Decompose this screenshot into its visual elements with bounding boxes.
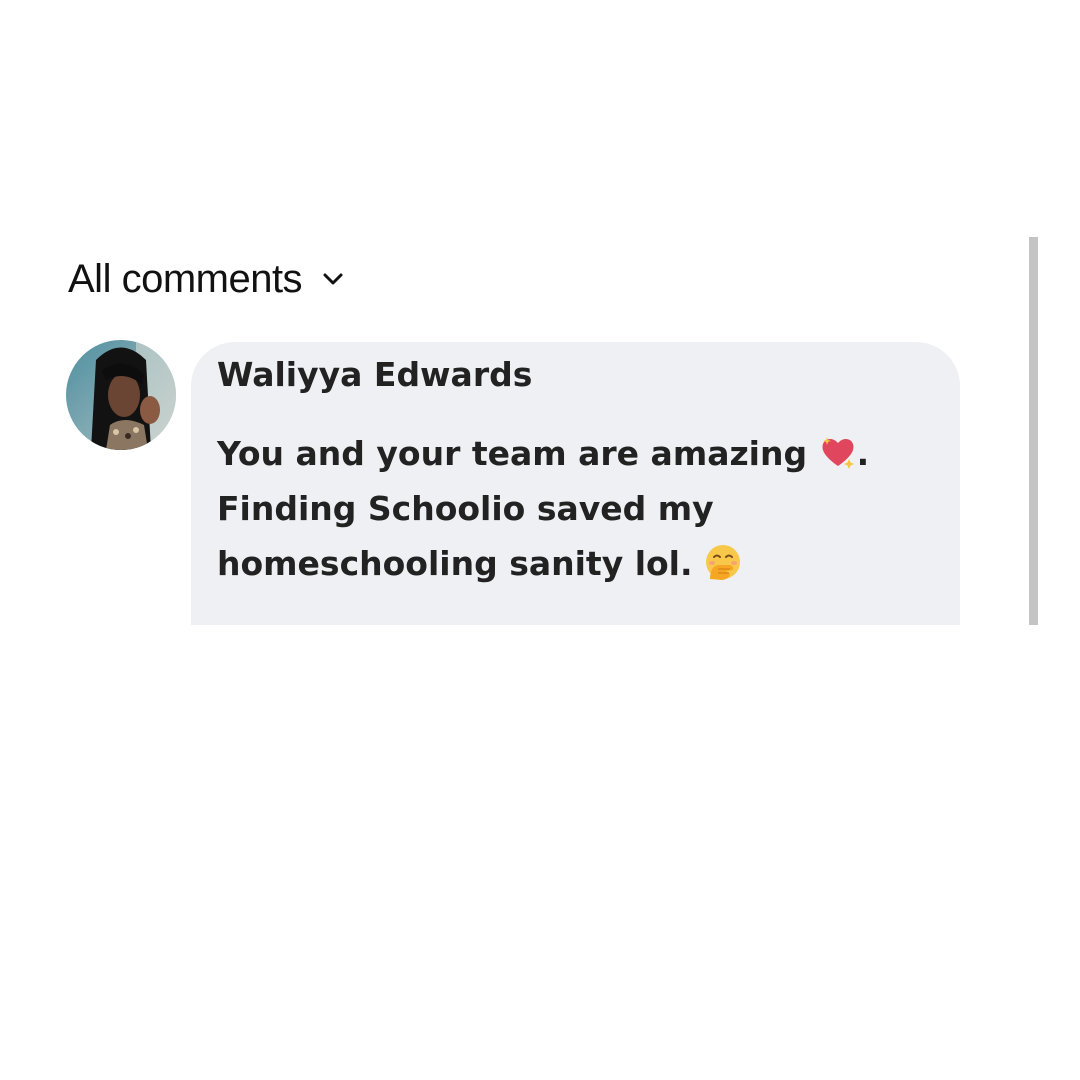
chevron-down-icon: [323, 273, 343, 285]
face-with-hand-over-mouth-icon: [706, 545, 741, 580]
scrollbar[interactable]: [1029, 237, 1038, 625]
comment-author[interactable]: Waliyya Edwards: [217, 354, 934, 396]
comment-text-line-1: You and your team are amazing: [217, 434, 808, 473]
comment-text-line-1-end: .: [856, 434, 870, 473]
sparkling-heart-icon: [822, 437, 854, 469]
comments-filter-label: All comments: [68, 257, 303, 301]
comment-text: You and your team are amazing . Finding …: [217, 426, 877, 591]
avatar-photo: [66, 340, 176, 450]
avatar[interactable]: [66, 340, 176, 450]
comment-bubble: Waliyya Edwards You and your team are am…: [191, 342, 960, 625]
comment-text-line-2: Finding Schoolio saved my: [217, 489, 714, 528]
comments-filter-dropdown[interactable]: All comments: [68, 255, 346, 303]
comment-text-line-3: homeschooling sanity lol.: [217, 544, 693, 583]
